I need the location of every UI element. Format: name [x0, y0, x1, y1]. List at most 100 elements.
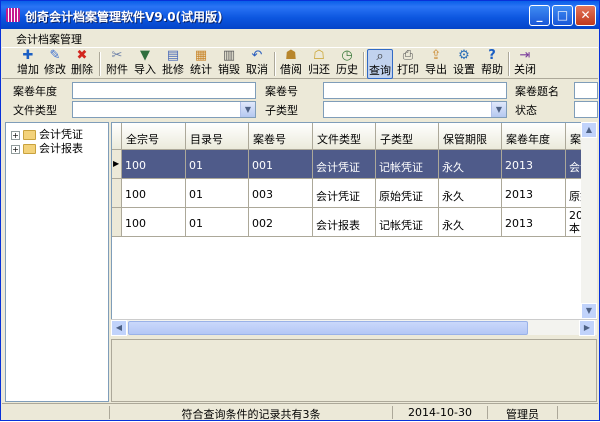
expand-icon[interactable]: + [11, 130, 20, 140]
vertical-scrollbar[interactable]: ▲ ▼ [581, 122, 597, 319]
application-window: 创奇会计档案管理软件V9.0(试用版) _ □ ✕ 会计档案管理 ✚ 增加 ✎ 修改… [0, 0, 600, 421]
toolbar-separator [274, 52, 276, 76]
volume-title-input[interactable] [574, 82, 598, 99]
column-header[interactable]: 目录号 [186, 123, 249, 150]
expand-icon[interactable]: + [11, 144, 20, 154]
search-icon: ⌕ [376, 49, 384, 64]
delete-label: 删除 [71, 63, 93, 76]
edit-button[interactable]: ✎ 修改 [42, 49, 68, 79]
delete-button[interactable]: ✖ 删除 [69, 49, 95, 79]
row-selector-icon: ▶ [112, 150, 122, 179]
maximize-button[interactable]: □ [552, 5, 573, 26]
column-header[interactable]: 保管期限 [439, 123, 502, 150]
tree-node-vouchers[interactable]: + 会计凭证 [11, 126, 83, 141]
statistics-icon: ▦ [194, 48, 208, 63]
search-button[interactable]: ⌕ 查询 [367, 49, 393, 79]
subtype-select[interactable]: ▼ [323, 101, 507, 118]
column-header[interactable]: 案卷年度 [502, 123, 566, 150]
toolbar-separator [508, 52, 510, 76]
table-cell[interactable]: 2013 [502, 150, 566, 179]
table-cell[interactable]: 2013 [502, 208, 566, 237]
table-cell[interactable]: 永久 [439, 179, 502, 208]
batch-edit-button[interactable]: ▤ 批修 [160, 49, 186, 79]
table-cell[interactable]: 记帐凭证 [376, 208, 439, 237]
return-button[interactable]: ☖ 归还 [306, 49, 332, 79]
table-cell[interactable]: 会计凭证 [313, 179, 376, 208]
table-cell[interactable]: 100 [122, 208, 186, 237]
table-cell[interactable]: 2013 [502, 179, 566, 208]
table-cell[interactable]: 002 [249, 208, 313, 237]
table-cell[interactable]: 003 [249, 179, 313, 208]
column-header[interactable]: 全宗号 [122, 123, 186, 150]
attachment-icon: ✂ [111, 48, 123, 63]
scroll-thumb[interactable] [128, 321, 528, 335]
destroy-icon: ▥ [222, 48, 236, 63]
undo-label: 取消 [246, 63, 268, 76]
add-button[interactable]: ✚ 增加 [15, 49, 41, 79]
table-cell[interactable]: 记帐凭证 [376, 150, 439, 179]
edit-icon: ✎ [49, 48, 61, 63]
exit-button[interactable]: ⇥ 关闭 [512, 49, 538, 79]
volume-title-label: 案卷题名 [515, 85, 559, 98]
borrow-button[interactable]: ☗ 借阅 [278, 49, 304, 79]
scroll-right-icon[interactable]: ▶ [579, 320, 595, 336]
export-button[interactable]: ⇪ 导出 [423, 49, 449, 79]
status-bar: 符合查询条件的记录共有3条 2014-10-30 管理员 [2, 403, 598, 421]
table-cell[interactable]: 100 [122, 179, 186, 208]
help-icon: ? [488, 48, 496, 63]
title-bar[interactable]: 创奇会计档案管理软件V9.0(试用版) _ □ ✕ [1, 1, 599, 29]
table-cell[interactable]: 会计凭证 [313, 150, 376, 179]
undo-icon: ↶ [251, 48, 263, 63]
table-cell[interactable]: 100 [122, 150, 186, 179]
table-cell[interactable]: 01 [186, 150, 249, 179]
column-header[interactable]: 子类型 [376, 123, 439, 150]
scroll-down-icon[interactable]: ▼ [581, 303, 597, 319]
table-cell[interactable]: 001 [249, 150, 313, 179]
toolbar-separator [363, 52, 365, 76]
year-input[interactable] [72, 82, 256, 99]
table-cell[interactable]: 永久 [439, 150, 502, 179]
table-corner [112, 123, 122, 150]
destroy-button[interactable]: ▥ 销毁 [216, 49, 242, 79]
scroll-left-icon[interactable]: ◀ [111, 320, 127, 336]
table-cell[interactable]: 永久 [439, 208, 502, 237]
undo-button[interactable]: ↶ 取消 [244, 49, 270, 79]
add-label: 增加 [17, 63, 39, 76]
chevron-down-icon[interactable]: ▼ [240, 102, 255, 117]
chevron-down-icon[interactable]: ▼ [491, 102, 506, 117]
settings-icon: ⚙ [458, 48, 470, 63]
toolbar-separator [99, 52, 101, 76]
print-button[interactable]: ⎙ 打印 [395, 49, 421, 79]
scroll-up-icon[interactable]: ▲ [581, 122, 597, 138]
statistics-button[interactable]: ▦ 统计 [188, 49, 214, 79]
tree-node-reports[interactable]: + 会计报表 [11, 140, 83, 155]
column-header[interactable]: 文件类型 [313, 123, 376, 150]
subtype-label: 子类型 [265, 104, 298, 117]
table-cell[interactable]: 会计报表 [313, 208, 376, 237]
volume-no-input[interactable] [323, 82, 507, 99]
menu-archive-management[interactable]: 会计档案管理 [16, 31, 82, 47]
settings-button[interactable]: ⚙ 设置 [451, 49, 477, 79]
help-label: 帮助 [481, 63, 503, 76]
table-cell[interactable]: 原始凭证 [376, 179, 439, 208]
doctype-select[interactable]: ▼ [72, 101, 256, 118]
toolbar: ✚ 增加 ✎ 修改 ✖ 删除 ✂ 附件 ▼ 导入 ▤ 批修 ▦ 统计 ▥ 销毁 ↶ 取消 ☗ 借阅 … [2, 47, 598, 79]
horizontal-scrollbar[interactable]: ◀ ▶ [111, 319, 597, 336]
history-button[interactable]: ◷ 历史 [334, 49, 360, 79]
status-input[interactable] [574, 101, 598, 118]
help-button[interactable]: ? 帮助 [479, 49, 505, 79]
column-header[interactable]: 案卷号 [249, 123, 313, 150]
import-button[interactable]: ▼ 导入 [132, 49, 158, 79]
exit-icon: ⇥ [519, 48, 531, 63]
attachment-button[interactable]: ✂ 附件 [104, 49, 130, 79]
table-cell[interactable]: 01 [186, 179, 249, 208]
print-icon: ⎙ [402, 48, 414, 63]
print-label: 打印 [397, 63, 419, 76]
export-icon: ⇪ [430, 48, 442, 63]
window-title: 创奇会计档案管理软件V9.0(试用版) [25, 10, 223, 24]
close-button[interactable]: ✕ [575, 5, 596, 26]
table-cell[interactable]: 01 [186, 208, 249, 237]
minimize-button[interactable]: _ [529, 5, 550, 26]
row-header [112, 179, 122, 208]
app-icon [6, 8, 20, 22]
